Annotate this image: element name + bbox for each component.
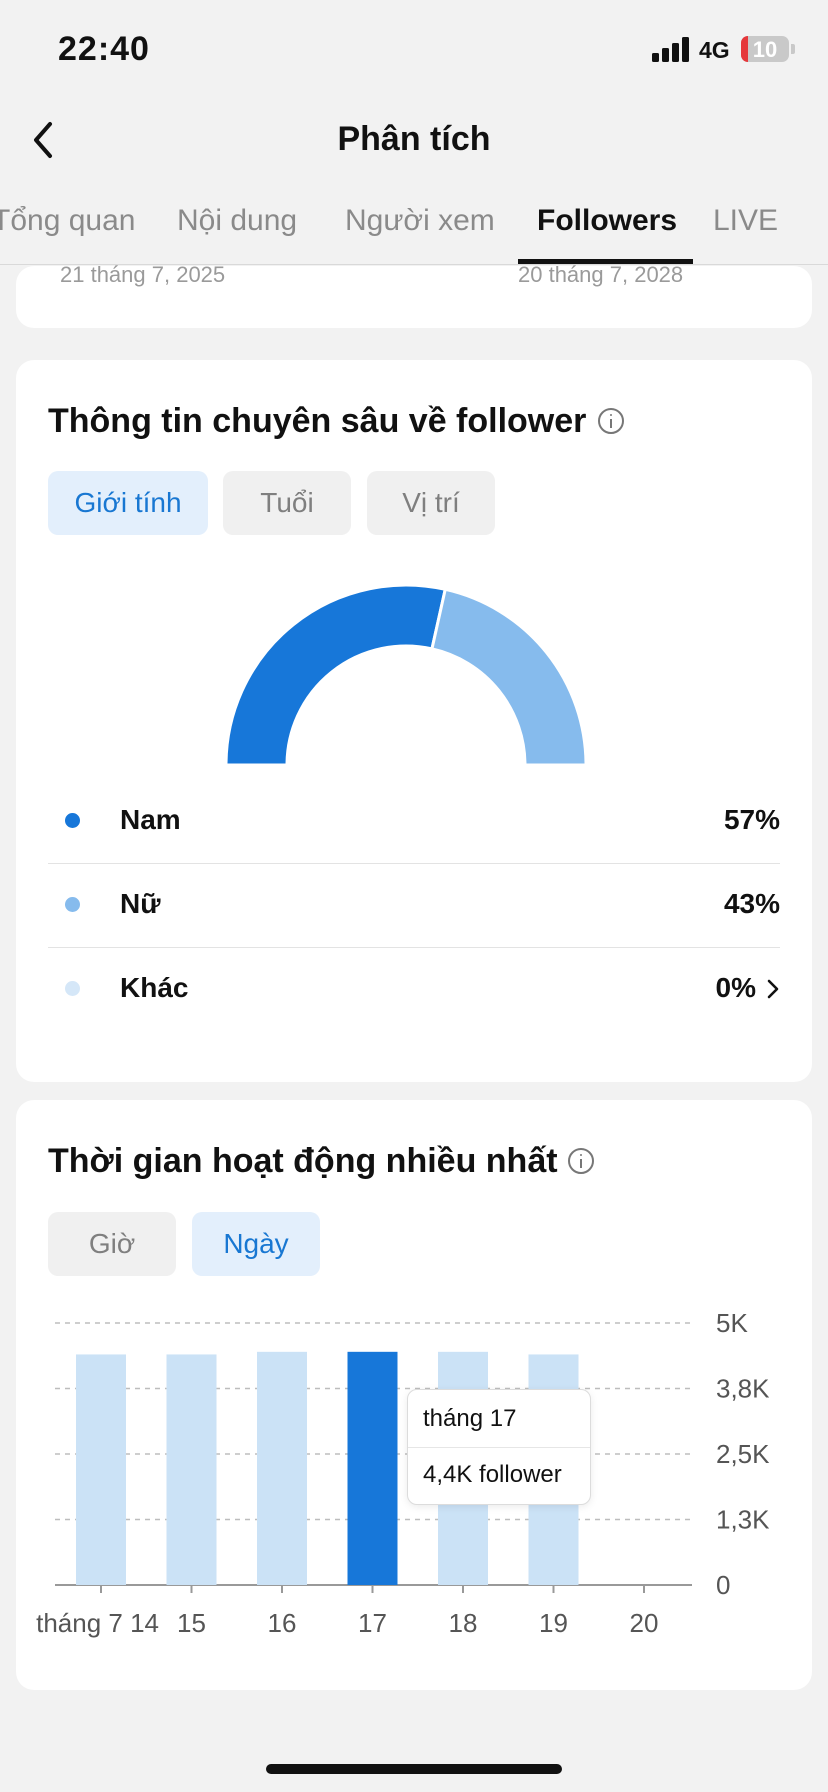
x-tick-label: 20 <box>630 1608 659 1638</box>
tooltip-value: 4,4K follower <box>423 1461 562 1488</box>
activity-bar-chart: 0 1,3K 2,5K 3,8K 5K tháng 7 14 15 16 17 18 19 20 <box>36 1308 770 1638</box>
bar-17[interactable] <box>347 1351 398 1585</box>
y-tick-label: 0 <box>716 1570 730 1600</box>
y-tick-label: 3,8K <box>716 1374 770 1404</box>
home-indicator <box>266 1764 562 1774</box>
bar-16[interactable] <box>257 1351 307 1585</box>
x-tick-label: 16 <box>268 1608 297 1638</box>
x-tick-label: 15 <box>177 1608 206 1638</box>
y-tick-label: 2,5K <box>716 1439 770 1469</box>
x-tick-label: 19 <box>539 1608 568 1638</box>
y-tick-label: 5K <box>716 1308 748 1338</box>
x-tick-label: 17 <box>358 1608 387 1638</box>
x-tick-label: tháng 7 14 <box>36 1608 159 1638</box>
bar-tháng 7 14[interactable] <box>76 1354 126 1585</box>
x-tick-label: 18 <box>449 1608 478 1638</box>
tooltip-divider <box>408 1447 590 1448</box>
y-tick-label: 1,3K <box>716 1505 770 1535</box>
tooltip-title: tháng 17 <box>423 1405 517 1432</box>
chart-tooltip: tháng 17 4,4K follower <box>407 1389 591 1505</box>
bar-15[interactable] <box>166 1354 217 1585</box>
